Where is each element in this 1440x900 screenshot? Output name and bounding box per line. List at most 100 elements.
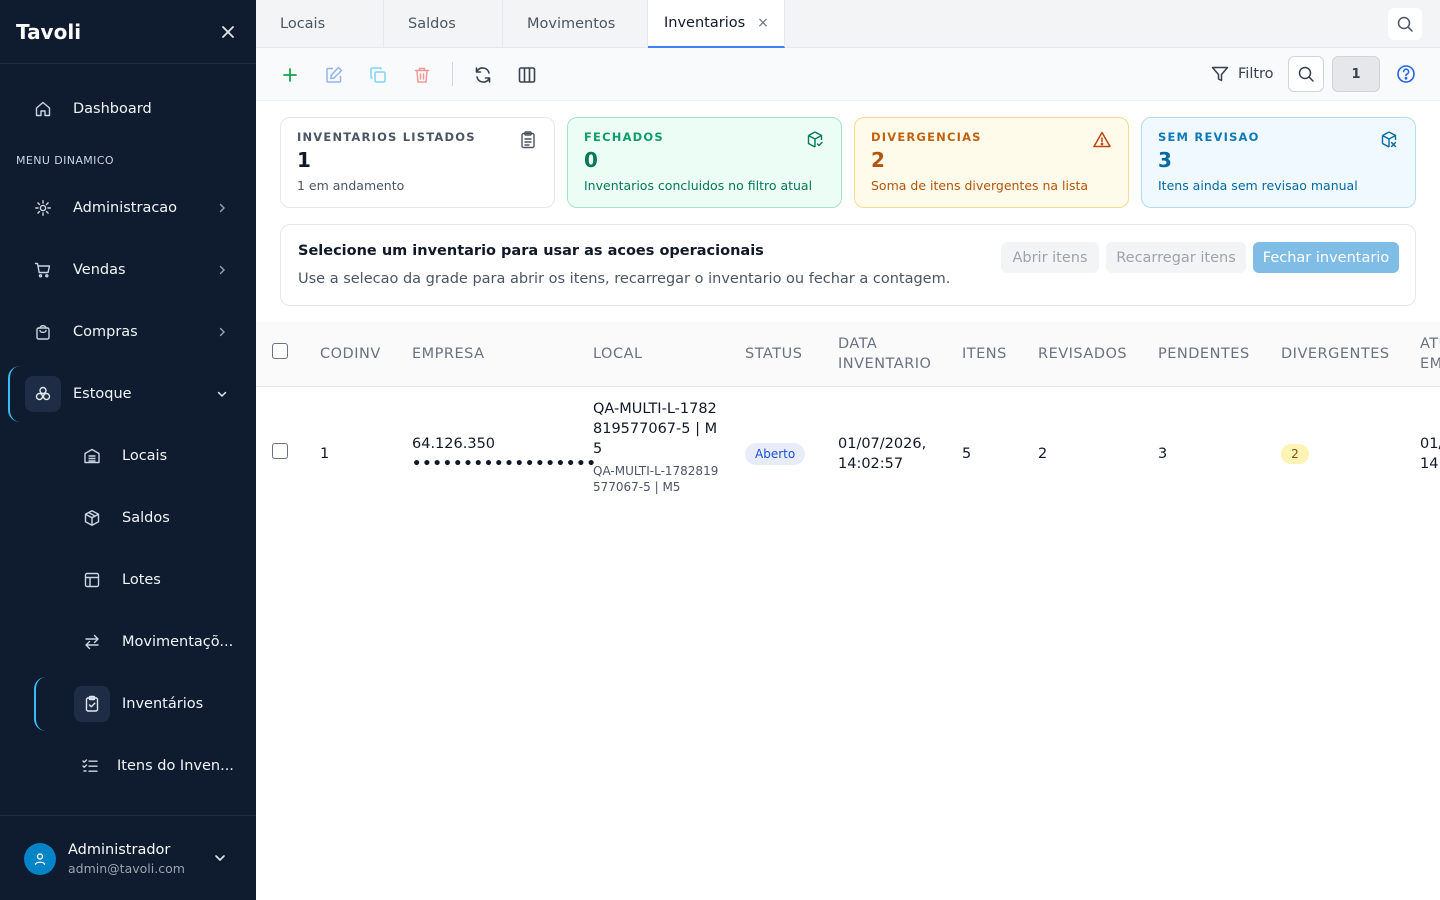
sidebar-item-label: Lotes: [122, 572, 161, 588]
toolbar: Filtro 1: [256, 48, 1440, 101]
cell-revisados: 2: [1038, 446, 1048, 462]
tab-locais[interactable]: Locais: [256, 0, 384, 48]
cell-date: 01/: [1420, 436, 1440, 452]
chevron-down-icon[interactable]: [214, 849, 226, 868]
plus-icon: [283, 68, 297, 82]
fechar-inventario-button[interactable]: Fechar inventario: [1253, 242, 1399, 273]
card-inventarios-listados: INVENTARIOS LISTADOS 1 1 em andamento: [280, 117, 555, 208]
cell-data-inventario: 01/07/2026, 14:02:57: [838, 434, 926, 474]
close-sidebar-button[interactable]: [216, 20, 240, 44]
sidebar-item-locais[interactable]: Locais: [0, 432, 256, 480]
user-email: admin@tavoli.com: [68, 861, 185, 876]
card-title: SEM REVISAO: [1158, 130, 1260, 144]
user-name: Administrador: [68, 842, 171, 858]
column-header-empresa[interactable]: EMPRESA: [412, 344, 485, 364]
warehouse-icon: [74, 438, 110, 474]
toolbar-divider: [452, 62, 453, 86]
cell-itens: 5: [962, 446, 972, 462]
recarregar-itens-button[interactable]: Recarregar itens: [1106, 242, 1246, 273]
sidebar-item-inventarios[interactable]: Inventários: [0, 680, 256, 728]
column-header-status[interactable]: STATUS: [745, 344, 802, 364]
edit-icon: [326, 66, 343, 83]
user-menu[interactable]: Administrador admin@tavoli.com: [0, 815, 256, 900]
help-icon: [1397, 65, 1415, 83]
refresh-icon: [475, 67, 491, 83]
shopping-bag-icon: [25, 314, 61, 350]
abrir-itens-button[interactable]: Abrir itens: [1001, 242, 1099, 273]
column-header-codinv[interactable]: CODINV: [320, 344, 381, 364]
status-badge: Aberto: [745, 443, 806, 465]
trash-icon: [414, 67, 430, 83]
user-icon: [34, 853, 46, 866]
column-header-line: EM: [1420, 356, 1440, 372]
sidebar-item-itens-inventario[interactable]: Itens do Inven...: [0, 742, 256, 790]
gear-icon: [25, 190, 61, 226]
refresh-button[interactable]: [469, 61, 497, 89]
table-row[interactable]: 1 64.126.350 •••••••••••••••••• QA-MULTI…: [256, 387, 1440, 521]
sidebar-item-saldos[interactable]: Saldos: [0, 494, 256, 542]
package-x-icon: [1381, 131, 1397, 148]
search-button[interactable]: [1288, 56, 1324, 92]
tab-bar: Locais Saldos Movimentos Inventarios ×: [256, 0, 1440, 48]
tab-saldos[interactable]: Saldos: [384, 0, 503, 48]
column-header-divergentes[interactable]: DIVERGENTES: [1281, 344, 1390, 364]
tab-movimentos[interactable]: Movimentos: [503, 0, 648, 48]
duplicate-button[interactable]: [364, 61, 392, 89]
filter-button[interactable]: Filtro: [1210, 62, 1274, 86]
clipboard-check-icon: [74, 686, 110, 722]
sidebar-item-movimentacoes[interactable]: Movimentaçõ...: [0, 618, 256, 666]
sidebar-item-vendas[interactable]: Vendas: [0, 246, 256, 294]
cell-atualizado-em: 01/ 14:: [1420, 434, 1440, 474]
page-number-button[interactable]: 1: [1332, 56, 1380, 92]
sidebar-item-estoque[interactable]: Estoque: [0, 370, 256, 418]
sidebar-item-dashboard[interactable]: Dashboard: [0, 85, 256, 133]
close-icon: [222, 25, 234, 38]
card-fechados: FECHADOS 0 Inventarios concluidos no fil…: [567, 117, 842, 208]
tab-label: Inventarios: [664, 15, 746, 31]
chevron-down-icon: [212, 384, 232, 404]
tab-search-button[interactable]: [1388, 8, 1422, 40]
card-value: 0: [584, 148, 598, 172]
columns-button[interactable]: [513, 61, 541, 89]
sidebar-item-label: Dashboard: [73, 101, 152, 117]
cell-time: 14:: [1420, 456, 1440, 472]
select-all-checkbox[interactable]: [272, 343, 288, 359]
search-icon: [1298, 66, 1314, 82]
sidebar-item-administracao[interactable]: Administracao: [0, 184, 256, 232]
column-header-revisados[interactable]: REVISADOS: [1038, 344, 1127, 364]
cell-codinv: 1: [320, 446, 330, 462]
column-header-local[interactable]: LOCAL: [593, 344, 643, 364]
card-value: 3: [1158, 148, 1172, 172]
arrows-left-right-icon: [74, 624, 110, 660]
sidebar-item-label: Compras: [73, 324, 138, 340]
chevron-right-icon: [212, 198, 232, 218]
add-button[interactable]: [276, 61, 304, 89]
sidebar-item-compras[interactable]: Compras: [0, 308, 256, 356]
divergentes-badge: 2: [1281, 444, 1309, 464]
tab-inventarios[interactable]: Inventarios ×: [648, 0, 785, 48]
filter-icon: [1211, 66, 1229, 82]
column-header-atualizado-em[interactable]: ATU EM: [1420, 334, 1440, 374]
sidebar-item-lotes[interactable]: Lotes: [0, 556, 256, 604]
column-header-itens[interactable]: ITENS: [962, 344, 1007, 364]
package-icon: [74, 500, 110, 536]
column-header-pendentes[interactable]: PENDENTES: [1158, 344, 1250, 364]
clipboard-icon: [521, 131, 535, 149]
cell-local-main: QA-MULTI-L-1782819577067-5 | M5: [593, 401, 718, 457]
tab-close-icon[interactable]: ×: [757, 15, 769, 31]
cell-local-sub: QA-MULTI-L-1782819577067-5 | M5: [593, 464, 719, 494]
card-title: FECHADOS: [584, 130, 664, 144]
column-header-data-inventario[interactable]: DATA INVENTARIO: [838, 334, 931, 374]
warning-icon: [1093, 131, 1111, 148]
row-checkbox[interactable]: [272, 443, 288, 459]
layout-icon: [74, 562, 110, 598]
help-button[interactable]: [1394, 62, 1418, 86]
tab-label: Locais: [280, 16, 326, 32]
edit-button[interactable]: [320, 61, 348, 89]
delete-button[interactable]: [408, 61, 436, 89]
card-divergencias: DIVERGENCIAS 2 Soma de itens divergentes…: [854, 117, 1129, 208]
cart-icon: [25, 252, 61, 288]
sidebar-item-label: Saldos: [122, 510, 170, 526]
chevron-right-icon: [212, 322, 232, 342]
tab-label: Saldos: [408, 16, 456, 32]
